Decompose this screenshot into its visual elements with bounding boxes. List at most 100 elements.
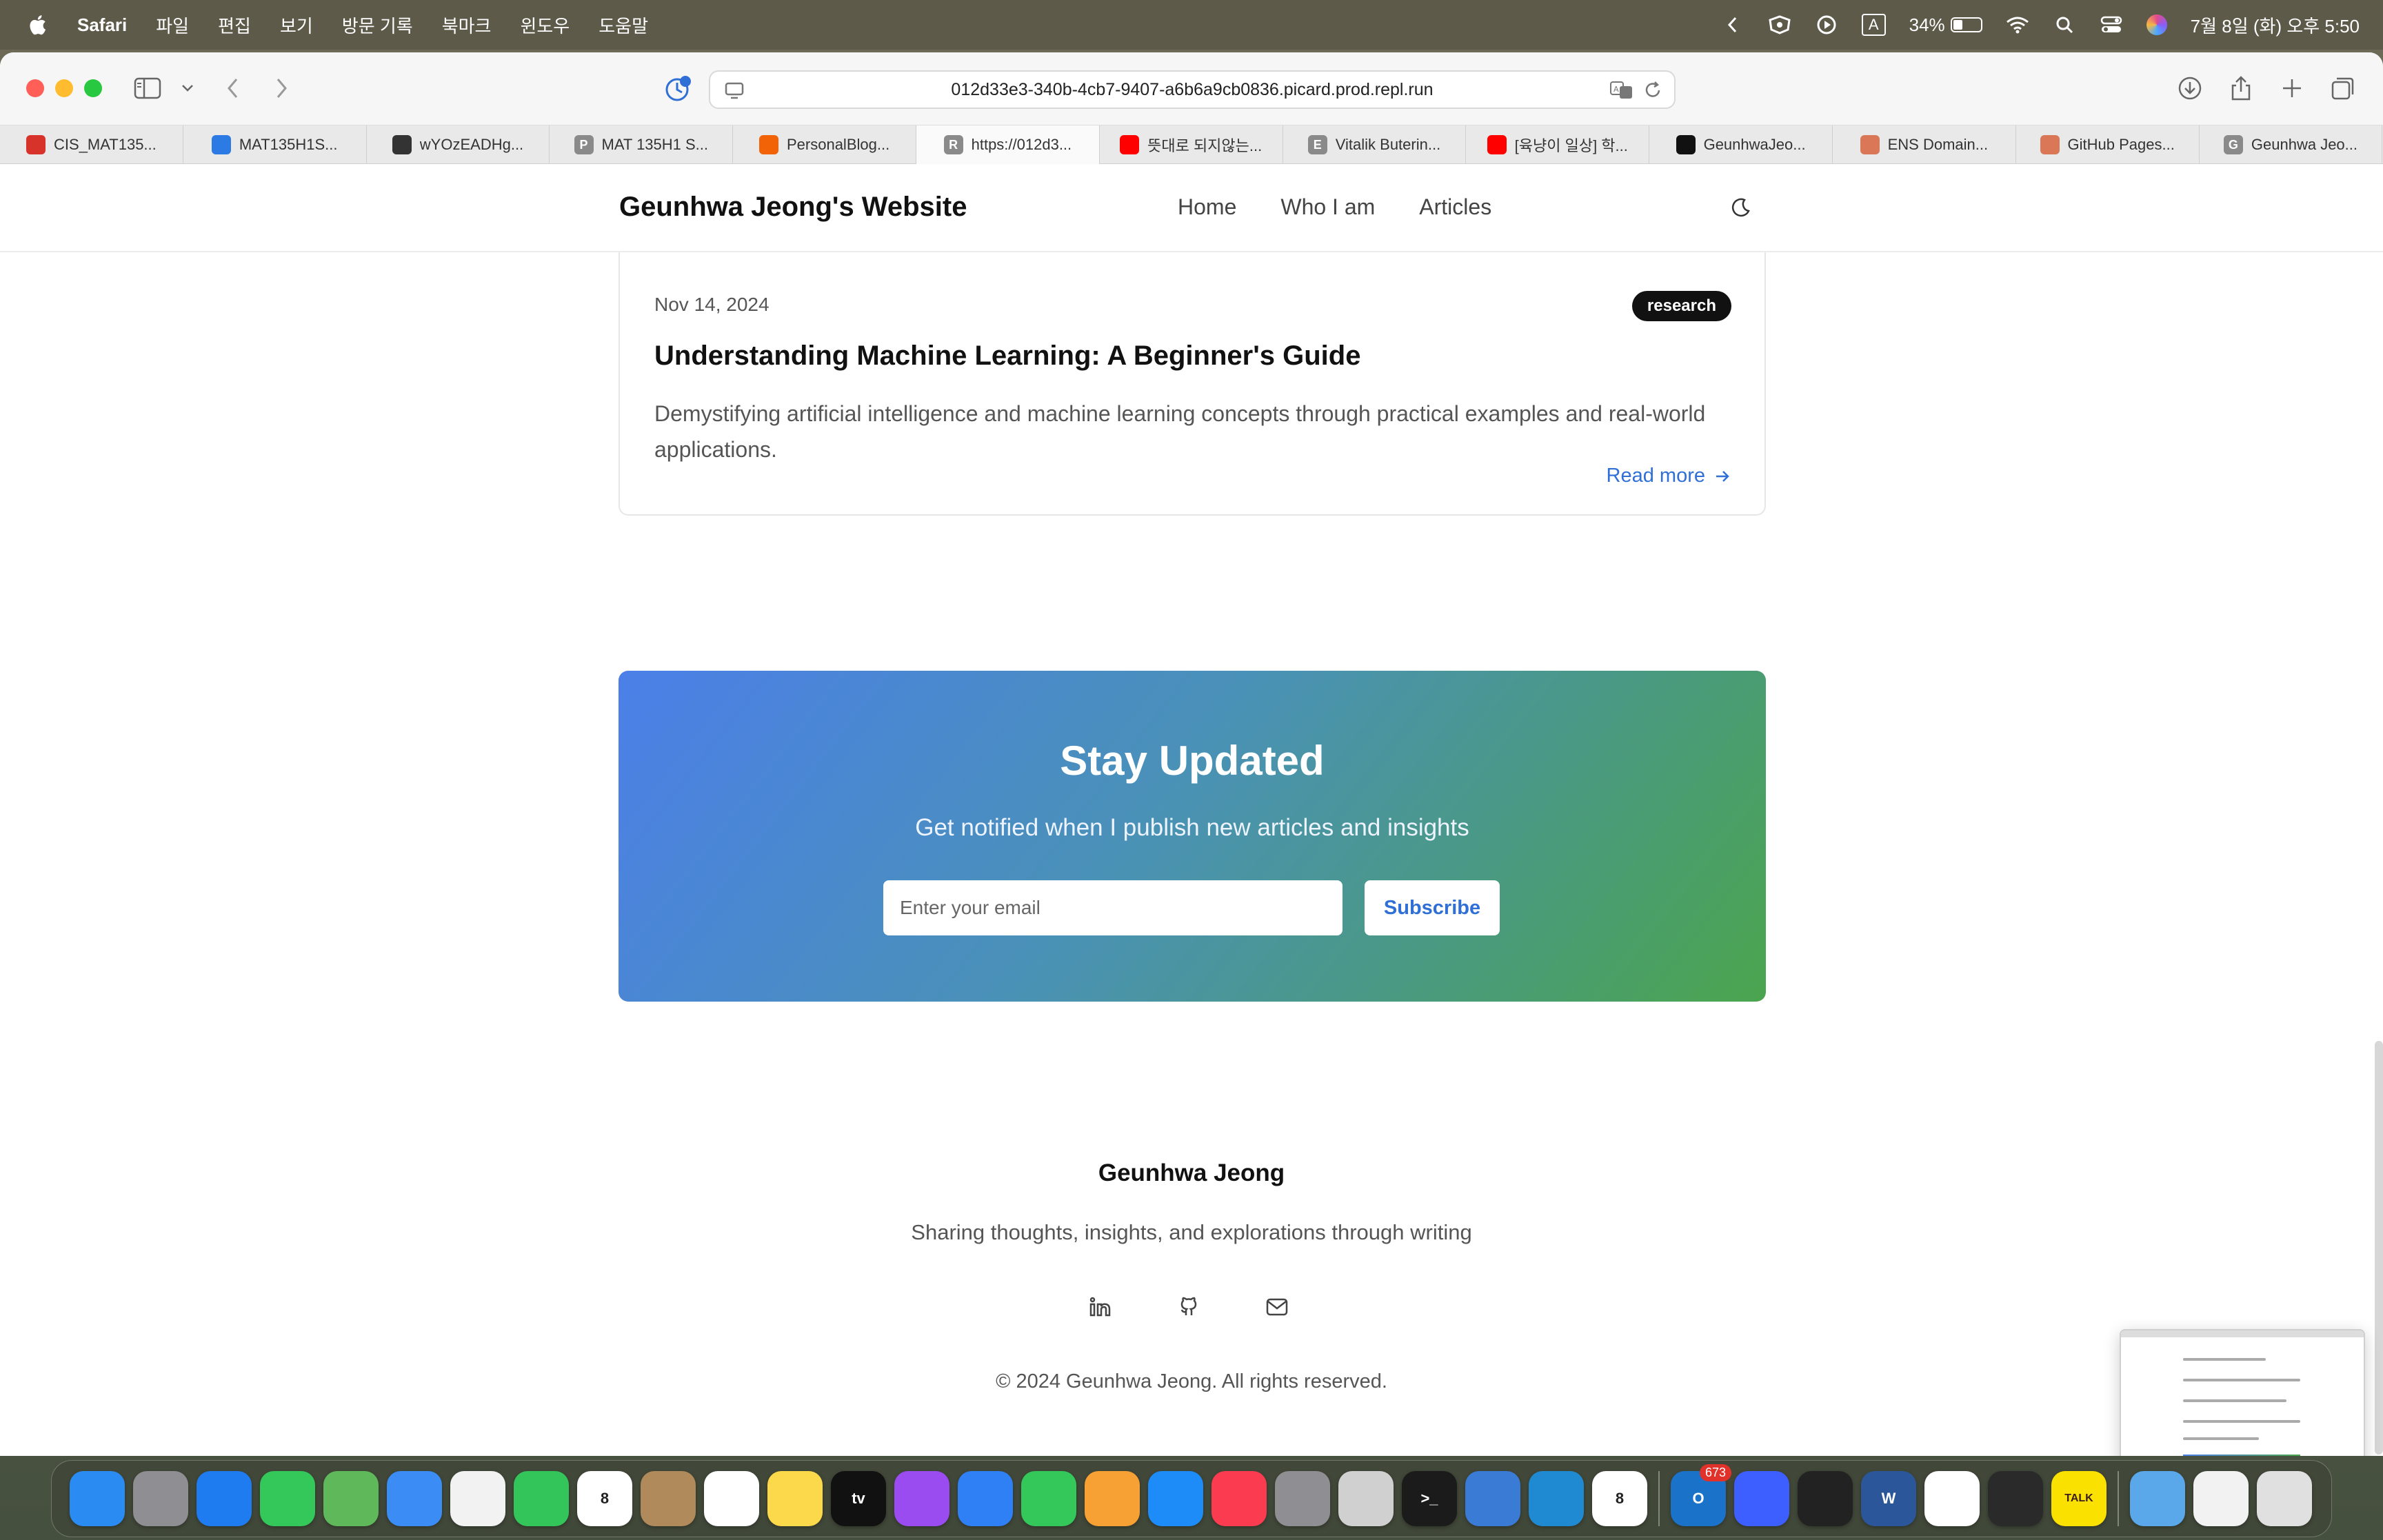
- browser-tab[interactable]: ENS Domain...: [1833, 125, 2016, 164]
- dock-item-terminal[interactable]: >_: [1398, 1467, 1461, 1530]
- email-input[interactable]: [883, 880, 1343, 935]
- menu-window[interactable]: 윈도우: [520, 12, 570, 38]
- browser-tab[interactable]: [육냥이 일상] 학...: [1466, 125, 1650, 164]
- linkedin-icon[interactable]: [1088, 1295, 1113, 1319]
- read-more-link[interactable]: Read more: [1607, 465, 1731, 487]
- dock-item-messages[interactable]: [256, 1467, 319, 1530]
- siri-icon[interactable]: [2146, 14, 2167, 35]
- dock-item-numbers[interactable]: [1017, 1467, 1080, 1530]
- translate-icon[interactable]: A: [1609, 80, 1634, 105]
- downloads-icon[interactable]: [2175, 73, 2205, 103]
- dock-item-facetime[interactable]: [510, 1467, 573, 1530]
- browser-tab[interactable]: GeunhwaJeo...: [1649, 125, 1833, 164]
- page-scrollbar[interactable]: [2375, 1041, 2383, 1455]
- dock-item-system-settings[interactable]: [1271, 1467, 1334, 1530]
- browser-tab[interactable]: MAT135H1S...: [183, 125, 367, 164]
- dock-item-window-preview[interactable]: [2189, 1467, 2253, 1530]
- chevron-down-icon[interactable]: [172, 73, 203, 103]
- dock-item-nordvpn[interactable]: [1730, 1467, 1793, 1530]
- dock-item-app-store[interactable]: [1144, 1467, 1207, 1530]
- dock-item-chrome[interactable]: [1920, 1467, 1984, 1530]
- dock-item-launchpad[interactable]: [129, 1467, 192, 1530]
- menu-edit[interactable]: 편집: [218, 12, 251, 38]
- menu-app-name[interactable]: Safari: [77, 14, 127, 36]
- share-icon[interactable]: [2226, 73, 2256, 103]
- site-brand[interactable]: Geunhwa Jeong's Website: [619, 192, 967, 223]
- browser-tab[interactable]: 뜻대로 되지않는...: [1100, 125, 1283, 164]
- page-settings-icon[interactable]: [724, 81, 745, 105]
- dock-item-kakaotalk[interactable]: TALK: [2047, 1467, 2111, 1530]
- dock-item-trash[interactable]: [2253, 1467, 2316, 1530]
- subscribe-button[interactable]: Subscribe: [1365, 880, 1500, 935]
- close-window-button[interactable]: [26, 79, 44, 97]
- browser-tab[interactable]: PersonalBlog...: [733, 125, 916, 164]
- github-icon[interactable]: [1176, 1295, 1201, 1319]
- mail-icon[interactable]: [1265, 1295, 1289, 1319]
- nav-articles[interactable]: Articles: [1419, 194, 1491, 220]
- forward-arrow-icon[interactable]: [266, 73, 296, 103]
- back-arrow-icon[interactable]: [218, 73, 248, 103]
- reload-icon[interactable]: [1642, 80, 1663, 105]
- article-card[interactable]: Nov 14, 2024 research Understanding Mach…: [619, 222, 1766, 516]
- browser-tab[interactable]: CIS_MAT135...: [0, 125, 183, 164]
- dock-item-word[interactable]: W: [1857, 1467, 1920, 1530]
- browser-tab[interactable]: Rhttps://012d3...: [916, 125, 1100, 164]
- privacy-report-icon[interactable]: [663, 74, 692, 103]
- dock-item-downloads-folder[interactable]: [2126, 1467, 2189, 1530]
- dock-item-finder[interactable]: [66, 1467, 129, 1530]
- dock-item-photos[interactable]: [446, 1467, 510, 1530]
- apple-icon[interactable]: [26, 13, 47, 37]
- article-tag[interactable]: research: [1631, 291, 1731, 321]
- play-circle-icon[interactable]: [1815, 13, 1838, 37]
- new-tab-icon[interactable]: [2277, 73, 2307, 103]
- nav-who-i-am[interactable]: Who I am: [1280, 194, 1375, 220]
- article-title[interactable]: Understanding Machine Learning: A Beginn…: [654, 341, 1360, 372]
- nav-home[interactable]: Home: [1178, 194, 1236, 220]
- facetime-icon: [514, 1471, 569, 1526]
- search-icon[interactable]: [2053, 13, 2076, 37]
- dock-item-pages[interactable]: [1080, 1467, 1144, 1530]
- dock-item-maps[interactable]: [319, 1467, 383, 1530]
- dock-item-xcode[interactable]: [1461, 1467, 1525, 1530]
- tab-overview-icon[interactable]: [2328, 73, 2358, 103]
- input-source-indicator[interactable]: A: [1861, 14, 1886, 36]
- dock-item-fantastical[interactable]: 8: [1588, 1467, 1651, 1530]
- dock-item-podcasts[interactable]: [890, 1467, 954, 1530]
- browser-tab[interactable]: G Geunhwa Jeo...: [2200, 125, 2383, 164]
- sidebar-toggle-icon[interactable]: [132, 73, 163, 103]
- menu-view[interactable]: 보기: [280, 12, 313, 38]
- dock-item-safari[interactable]: [192, 1467, 256, 1530]
- page-preview-thumbnail[interactable]: [2120, 1329, 2365, 1456]
- browser-tab[interactable]: P MAT 135H1 S...: [550, 125, 734, 164]
- menu-datetime[interactable]: 7월 8일 (화) 오후 5:50: [2191, 12, 2360, 38]
- menu-file[interactable]: 파일: [156, 12, 189, 38]
- menu-history[interactable]: 방문 기록: [342, 12, 413, 38]
- menu-help[interactable]: 도움말: [599, 12, 648, 38]
- dock-item-calendar[interactable]: 8: [573, 1467, 636, 1530]
- dock-item-mail[interactable]: [383, 1467, 446, 1530]
- dock-item-tailscale[interactable]: [1984, 1467, 2047, 1530]
- dock-item-vscode[interactable]: [1525, 1467, 1588, 1530]
- dock-item-outlook[interactable]: O 673: [1667, 1464, 1731, 1530]
- dock-item-keynote[interactable]: [954, 1467, 1017, 1530]
- browser-tab[interactable]: GitHub Pages...: [2016, 125, 2200, 164]
- control-center-icon[interactable]: [2100, 13, 2123, 37]
- zoom-window-button[interactable]: [84, 79, 102, 97]
- moon-icon[interactable]: [1725, 193, 1756, 223]
- dock-item-iphone-mirroring[interactable]: [1334, 1467, 1398, 1530]
- browser-tab[interactable]: E Vitalik Buterin...: [1283, 125, 1467, 164]
- dock-item-music[interactable]: [1207, 1467, 1271, 1530]
- dock-item-reminders[interactable]: [700, 1467, 763, 1530]
- chevron-left-icon[interactable]: [1721, 13, 1744, 37]
- battery-status[interactable]: 34%: [1909, 14, 1982, 36]
- dock-item-unity[interactable]: [1793, 1467, 1857, 1530]
- dock-item-notes[interactable]: [763, 1467, 827, 1530]
- wifi-icon[interactable]: [2006, 13, 2029, 37]
- vpn-icon[interactable]: [1768, 13, 1791, 37]
- dock-item-tv[interactable]: tv: [827, 1467, 890, 1530]
- dock-item-contacts[interactable]: [636, 1467, 700, 1530]
- address-bar[interactable]: 012d33e3-340b-4cb7-9407-a6b6a9cb0836.pic…: [709, 70, 1676, 109]
- menu-bookmarks[interactable]: 북마크: [442, 12, 492, 38]
- minimize-window-button[interactable]: [55, 79, 73, 97]
- browser-tab[interactable]: wYOzEADHg...: [367, 125, 550, 164]
